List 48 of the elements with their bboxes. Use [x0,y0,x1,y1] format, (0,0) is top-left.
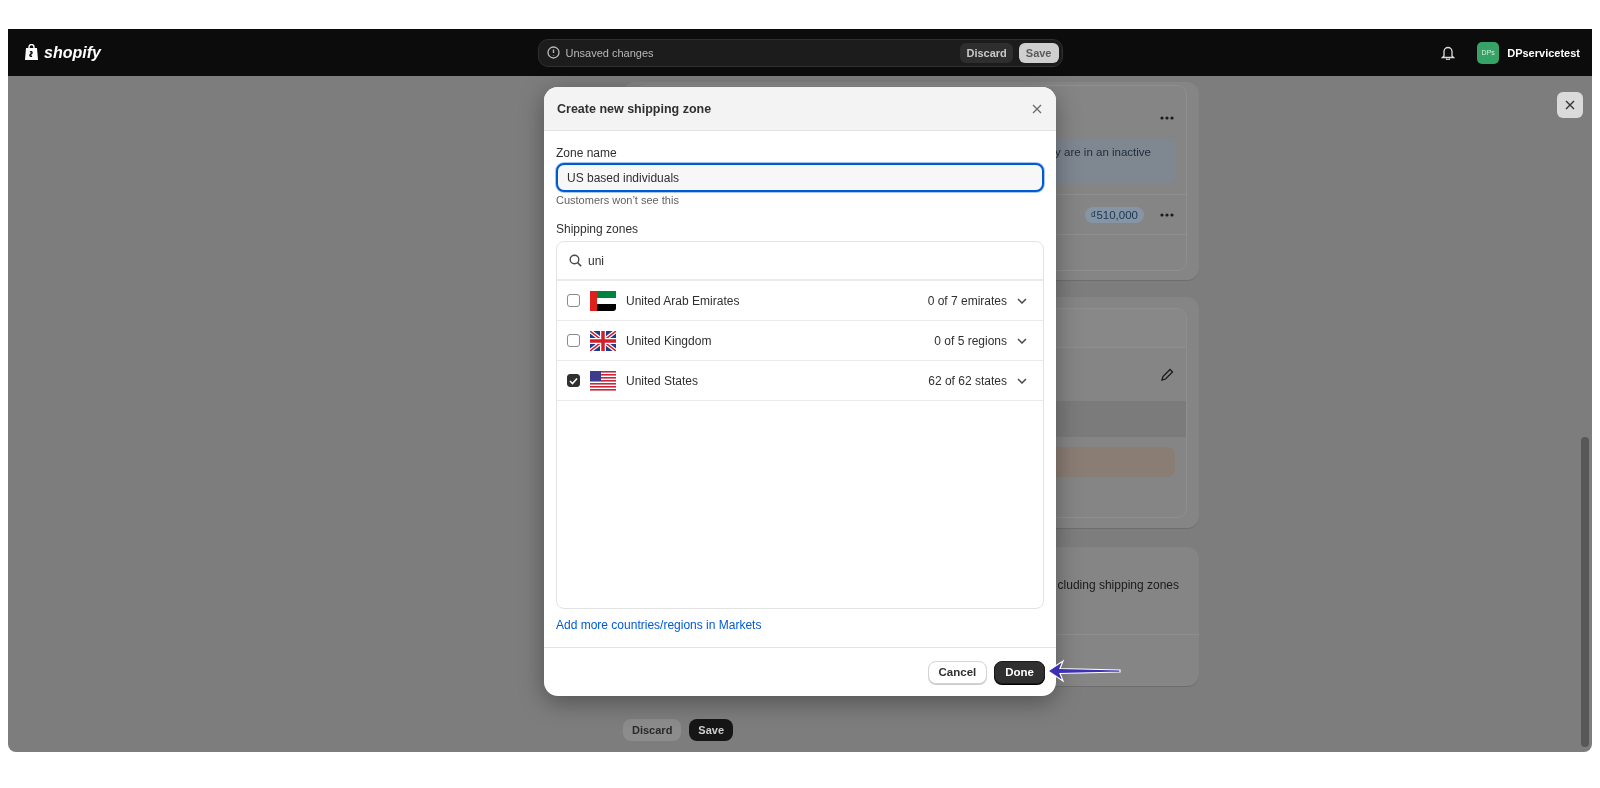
shopping-bag-icon [24,44,39,61]
flag-icon [590,290,616,311]
status-text: Unsaved changes [565,46,655,59]
chevron-down-icon[interactable] [1017,337,1027,344]
dialog-title: Create new shipping zone [557,101,712,116]
chevron-down-icon[interactable] [1017,297,1027,304]
markets-link[interactable]: Add more countries/regions in Markets [556,617,762,633]
field-label: Zone name [556,145,618,161]
notification-bell-icon[interactable] [1441,45,1456,60]
flag-icon [590,330,616,351]
checkbox[interactable] [567,374,580,387]
country-row[interactable]: United Arab Emirates 0 of 7 emirates [557,281,1043,321]
flag-icon [590,370,616,391]
discard-button[interactable]: Discard [960,42,1013,63]
store-name[interactable]: DPservicetest [1507,46,1580,59]
close-button[interactable] [1557,92,1583,118]
price-badge: ₫510,000 [1084,206,1144,223]
checkmark-icon [569,376,578,385]
country-row[interactable]: United States 62 of 62 states [557,361,1043,401]
discard-button[interactable]: Discard [623,719,682,741]
checkbox[interactable] [567,334,580,347]
logo[interactable]: shopify [44,43,101,62]
pencil-icon[interactable] [1160,367,1174,382]
save-button[interactable]: Save [689,719,734,741]
more-options-icon[interactable] [1160,212,1174,217]
region-count: 0 of 7 emirates [927,293,1007,308]
info-icon [546,46,560,59]
close-icon [1565,100,1575,110]
cancel-button[interactable]: Cancel [927,660,988,684]
country-name: United Arab Emirates [626,293,741,308]
country-name: United Kingdom [626,333,713,348]
country-name: United States [626,373,700,388]
chevron-down-icon[interactable] [1017,377,1027,384]
done-button[interactable]: Done [994,660,1045,684]
search-field[interactable]: uni [588,249,1043,272]
save-button[interactable]: Save [1018,42,1059,63]
more-options-icon[interactable] [1160,116,1174,120]
country-row[interactable]: United Kingdom 0 of 5 regions [557,321,1043,361]
region-count: 62 of 62 states [928,373,1007,388]
description-text: cluding shipping zones [1056,578,1180,594]
help-text: Customers won’t see this [556,193,680,208]
scrollbar[interactable] [1581,437,1589,747]
zone-name-field[interactable]: US based individuals [556,163,1044,192]
field-label: Shipping zones [556,221,640,237]
region-count: 0 of 5 regions [934,333,1007,348]
close-icon[interactable] [1032,103,1042,114]
search-icon [569,254,582,267]
checkbox[interactable] [567,294,580,307]
